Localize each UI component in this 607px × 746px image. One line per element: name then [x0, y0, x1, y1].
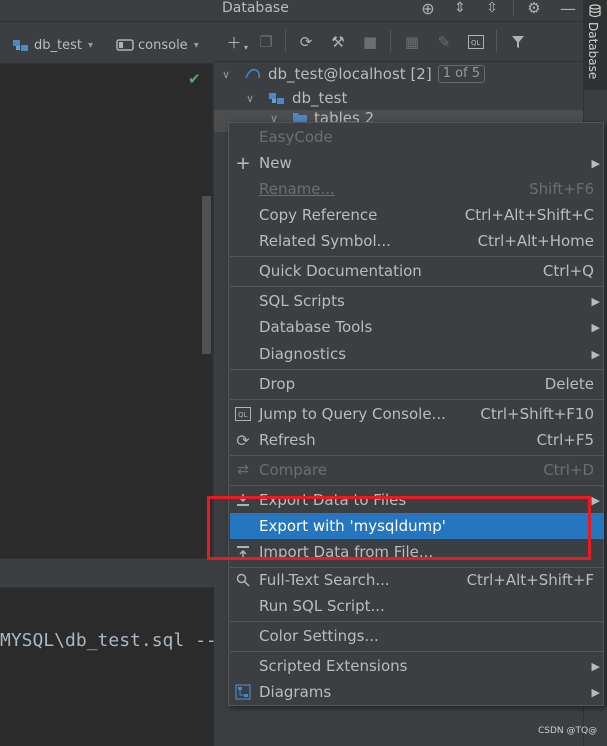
console-icon [116, 39, 134, 51]
menu-item-drop[interactable]: Drop Delete [230, 371, 604, 397]
sql-editor[interactable] [0, 64, 212, 558]
count-badge: 1 of 5 [437, 65, 486, 83]
expand-all-icon[interactable]: ⇕ [448, 0, 472, 18]
tool-window-divider [0, 558, 214, 588]
menu-item-compare: ⇄ Compare Ctrl+D [230, 457, 604, 483]
table-icon[interactable]: ▦ [402, 32, 422, 52]
menu-item-easycode: EasyCode [259, 128, 333, 146]
menu-item-new[interactable]: + New ▶ [230, 150, 604, 176]
submenu-arrow-icon: ▶ [591, 347, 600, 361]
search-icon [234, 571, 252, 589]
refresh-icon: ⟳ [236, 430, 250, 450]
console-output-line: MYSQL\db_test.sql -- [0, 630, 217, 651]
menu-item-color-settings[interactable]: Color Settings... [230, 623, 604, 649]
menu-item-quick-documentation[interactable]: Quick Documentation Ctrl+Q [230, 258, 604, 284]
menu-item-refresh[interactable]: ⟳ Refresh Ctrl+F5 [230, 427, 604, 453]
watermark: CSDN @TQ@ [538, 726, 598, 736]
menu-separator [230, 485, 604, 486]
menu-separator [230, 455, 604, 456]
mysql-icon [245, 68, 260, 79]
menu-item-diagrams[interactable]: Diagrams ▶ [230, 679, 604, 705]
menu-separator [230, 399, 604, 400]
menu-item-diagnostics[interactable]: Diagnostics ▶ [230, 341, 604, 367]
context-menu: EasyCode + New ▶ Rename... Shift+F6 Copy… [228, 122, 604, 706]
svg-text:QL: QL [471, 39, 481, 47]
menu-item-rename: Rename... Shift+F6 [259, 180, 594, 198]
edit-icon[interactable]: ✎ [434, 32, 454, 52]
menu-item-related-symbol[interactable]: Related Symbol... Ctrl+Alt+Home [230, 228, 604, 254]
datasource-label: db_test [34, 37, 82, 53]
chevron-down-icon: ▾ [193, 39, 199, 51]
menu-item-database-tools[interactable]: Database Tools ▶ [230, 314, 604, 340]
chevron-down-icon: ▾ [87, 39, 94, 51]
submenu-arrow-icon: ▶ [591, 493, 600, 507]
schema-icon [269, 93, 284, 104]
toolbar-separator [496, 30, 497, 52]
check-icon: ✔ [188, 70, 201, 88]
output-console[interactable] [0, 588, 230, 746]
chevron-down-icon: ∨ [222, 67, 231, 81]
editor-tab-strip [0, 0, 214, 22]
menu-item-full-text-search[interactable]: Full-Text Search... Ctrl+Alt+Shift+F [230, 567, 604, 593]
toolbar-separator [390, 30, 391, 52]
tree-node-datasource[interactable]: ∨ db_test@localhost [2] 1 of 5 [222, 62, 486, 86]
database-panel-title: Database [222, 0, 289, 16]
menu-separator [230, 286, 604, 287]
menu-separator [230, 621, 604, 622]
menu-item-copy-reference[interactable]: Copy Reference Ctrl+Alt+Shift+C [230, 202, 604, 228]
collapse-all-icon[interactable]: ⇳ [480, 0, 504, 18]
menu-separator [230, 369, 604, 370]
duplicate-icon[interactable]: ❐ [256, 32, 276, 52]
tree-node-label: db_test@localhost [2] [268, 65, 432, 83]
gear-icon[interactable]: ⚙ [522, 0, 546, 18]
compare-icon: ⇄ [237, 462, 249, 478]
chevron-down-icon: ∨ [246, 91, 255, 105]
svg-text:QL: QL [238, 411, 248, 419]
chevron-down-icon: ▾ [243, 42, 248, 52]
schema-sync-icon[interactable]: ⚒ [328, 32, 348, 52]
console-label: console [138, 37, 188, 53]
plus-icon: + [235, 152, 251, 174]
menu-separator [230, 256, 604, 257]
locate-icon[interactable]: ⊕ [416, 0, 440, 18]
annotation-highlight-box [207, 496, 591, 560]
menu-separator [230, 651, 604, 652]
submenu-arrow-icon: ▶ [591, 320, 600, 334]
menu-item-scripted-extensions[interactable]: Scripted Extensions ▶ [230, 653, 604, 679]
tree-node-label: db_test [292, 89, 348, 107]
editor-scrollbar[interactable] [202, 196, 211, 354]
stop-icon[interactable]: ■ [360, 32, 380, 52]
filter-icon[interactable] [508, 32, 528, 52]
query-console-icon[interactable]: QL [466, 32, 486, 52]
query-console-icon: QL [234, 405, 252, 423]
tree-node-schema[interactable]: ∨ db_test [246, 86, 347, 110]
submenu-arrow-icon: ▶ [591, 156, 600, 170]
menu-item-jump-to-query-console[interactable]: QL Jump to Query Console... Ctrl+Shift+F… [230, 401, 604, 427]
header-divider [513, 0, 514, 16]
refresh-icon[interactable]: ⟳ [296, 32, 316, 52]
submenu-arrow-icon: ▶ [591, 659, 600, 673]
toolbar-separator [285, 30, 286, 52]
submenu-arrow-icon: ▶ [591, 685, 600, 699]
menu-item-sql-scripts[interactable]: SQL Scripts ▶ [230, 288, 604, 314]
minimize-icon[interactable]: — [556, 0, 580, 18]
database-icon [589, 4, 601, 18]
database-toolbar: ＋ ▾ ❐ ⟳ ⚒ ■ ▦ ✎ QL [214, 22, 583, 62]
diagram-icon [234, 683, 252, 701]
submenu-arrow-icon: ▶ [591, 294, 600, 308]
console-selector[interactable]: console ▾ [116, 36, 199, 54]
datasource-selector[interactable]: db_test ▾ [12, 36, 93, 54]
menu-item-run-sql-script[interactable]: Run SQL Script... [230, 593, 604, 619]
datasource-icon [13, 40, 28, 51]
database-tool-tab-label: Database [586, 22, 600, 80]
